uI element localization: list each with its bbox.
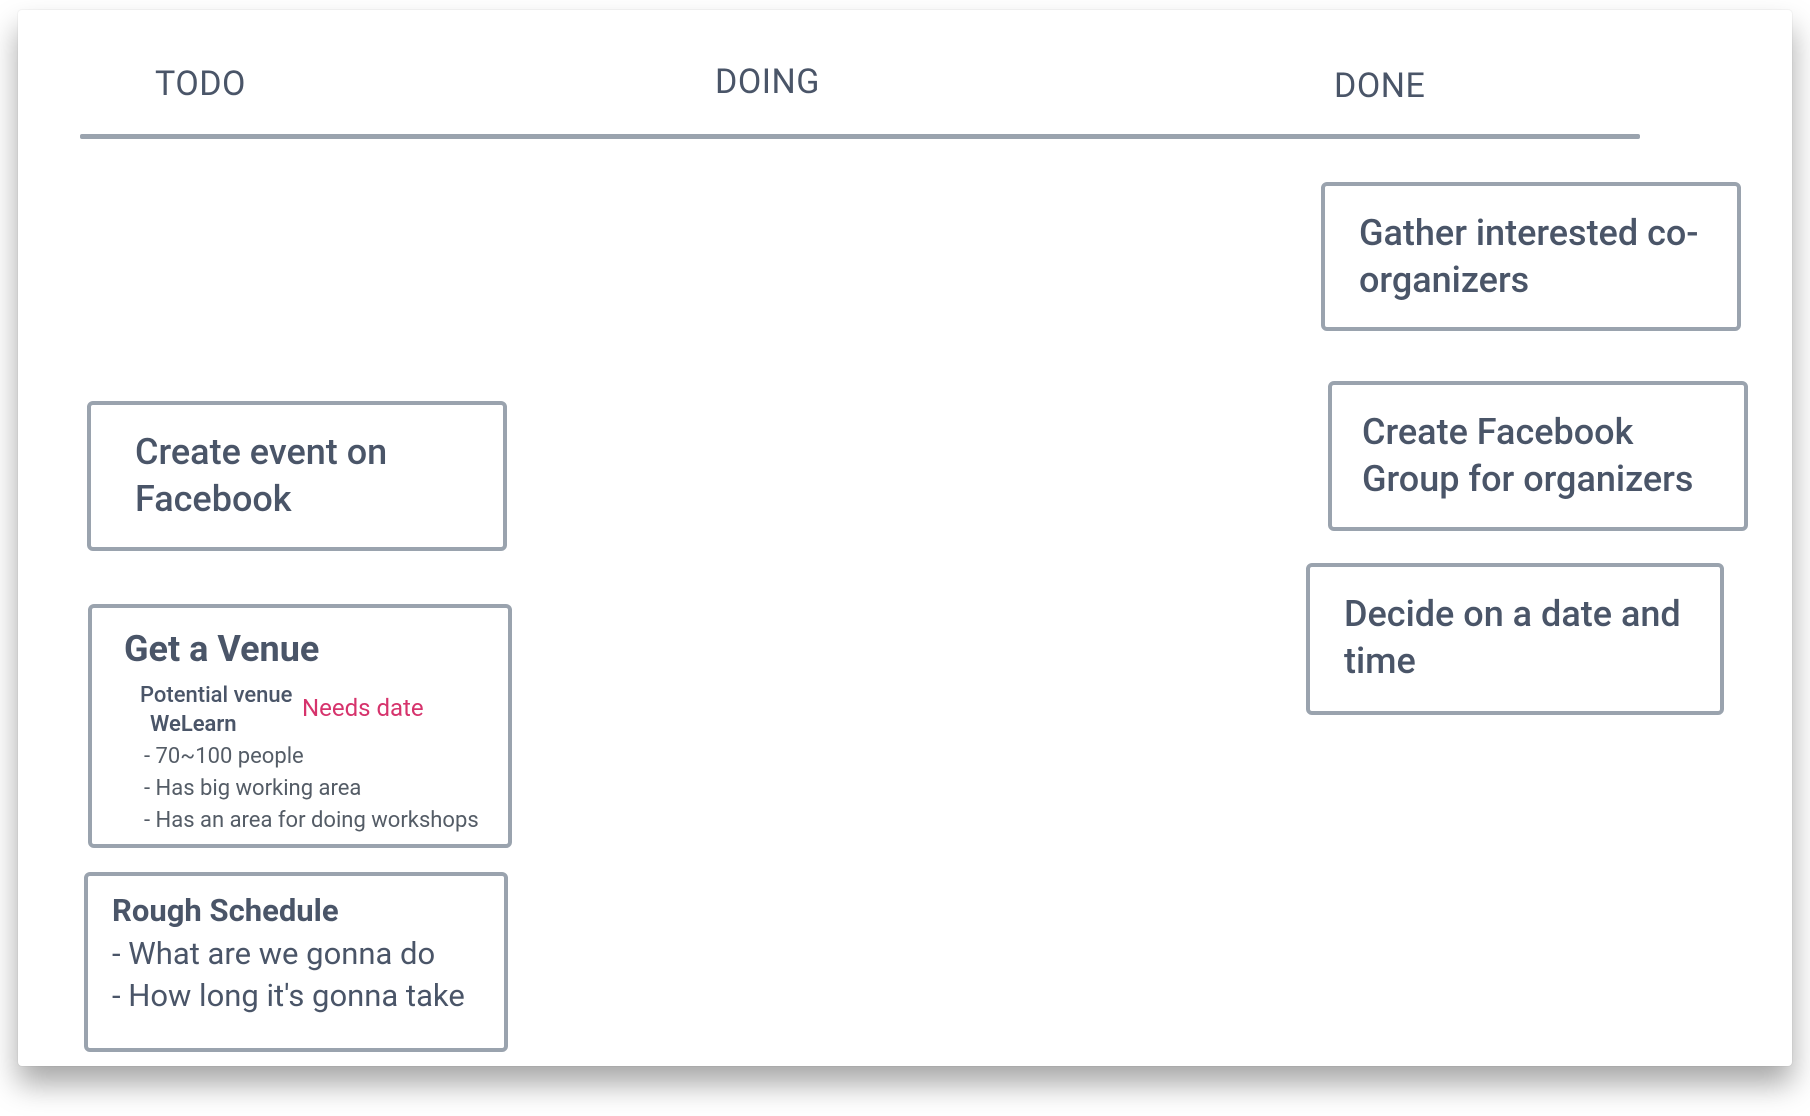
venue-bullet: - Has big working area — [144, 773, 480, 805]
column-header-doing: DOING — [715, 62, 820, 102]
card-get-a-venue[interactable]: Get a Venue Potential venue WeLearn Need… — [88, 604, 512, 848]
card-title: Get a Venue — [124, 626, 480, 673]
schedule-line: - What are we gonna do — [112, 933, 480, 975]
schedule-line: - How long it's gonna take — [112, 975, 480, 1017]
card-gather-coorganizers[interactable]: Gather interested co-organizers — [1321, 182, 1741, 331]
card-rough-schedule[interactable]: Rough Schedule - What are we gonna do - … — [84, 872, 508, 1052]
card-title: Create Facebook Group for organizers — [1362, 409, 1714, 503]
board-page: TODO DOING DONE Gather interested co-org… — [18, 10, 1792, 1066]
card-title: Rough Schedule — [112, 892, 480, 929]
venue-bullets: - 70~100 people - Has big working area -… — [144, 741, 480, 837]
kanban-board-canvas: TODO DOING DONE Gather interested co-org… — [0, 0, 1810, 1116]
card-create-fb-group[interactable]: Create Facebook Group for organizers — [1328, 381, 1748, 531]
card-title: Create event on Facebook — [135, 429, 459, 523]
venue-bullet: - 70~100 people — [144, 741, 480, 773]
column-header-todo: TODO — [155, 64, 246, 104]
card-title: Decide on a date and time — [1344, 591, 1686, 685]
card-title: Gather interested co-organizers — [1359, 210, 1703, 304]
card-decide-date[interactable]: Decide on a date and time — [1306, 563, 1724, 715]
column-header-done: DONE — [1334, 66, 1425, 106]
card-create-event-facebook[interactable]: Create event on Facebook — [87, 401, 507, 551]
venue-needs-date-tag: Needs date — [302, 694, 424, 722]
venue-bullet: - Has an area for doing workshops — [144, 805, 480, 837]
header-divider — [80, 134, 1640, 139]
